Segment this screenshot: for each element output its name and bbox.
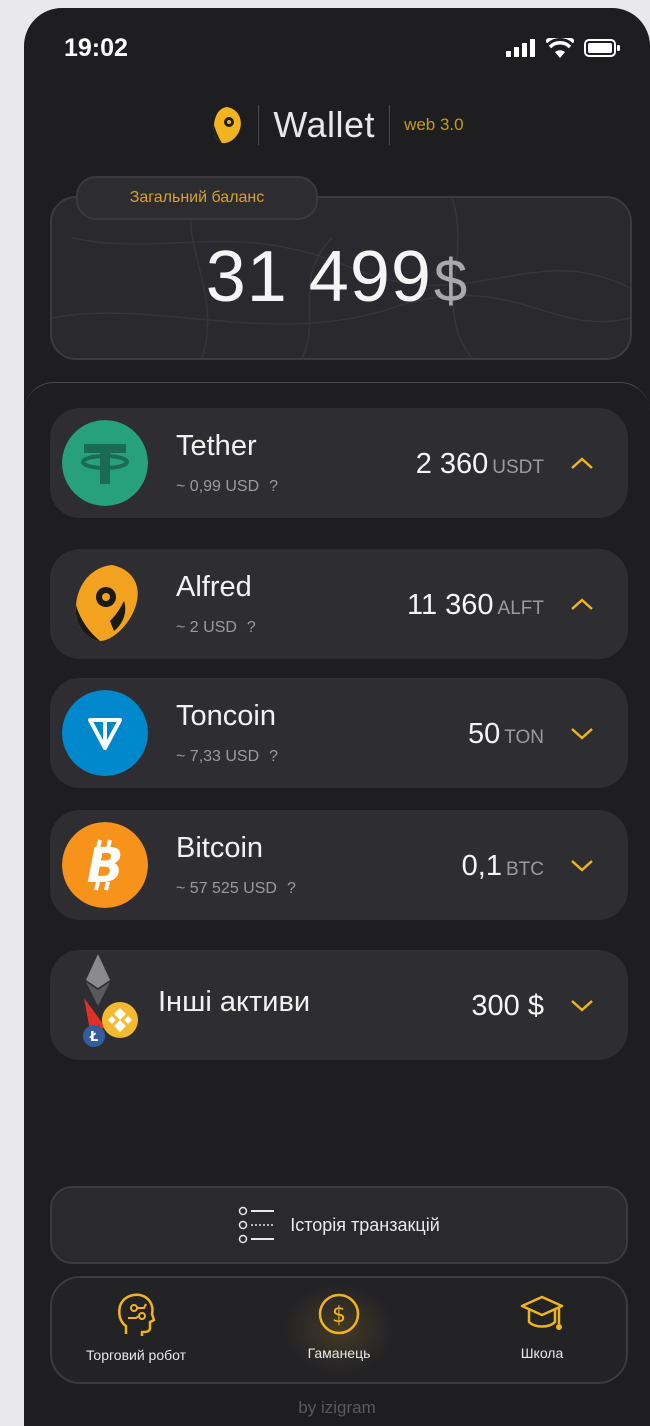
chevron-down-icon[interactable] <box>570 998 594 1012</box>
asset-card-bitcoin[interactable]: B Bitcoin ~ 57 525 USD? 0,1 BTC <box>50 810 628 920</box>
asset-rate: ~ 57 525 USD? <box>176 880 296 898</box>
balance-label: Загальний баланс <box>76 176 318 220</box>
other-assets-label: Інші активи <box>158 986 311 1018</box>
asset-rate-value: ~ 0,99 USD <box>176 478 260 495</box>
wifi-icon <box>546 38 574 58</box>
svg-text:Ł: Ł <box>89 1030 98 1045</box>
dollar-coin-icon: $ <box>318 1293 360 1335</box>
tether-icon <box>62 420 148 506</box>
svg-text:$: $ <box>332 1303 346 1328</box>
header-divider <box>389 105 391 145</box>
help-icon[interactable]: ? <box>287 880 296 897</box>
signal-icon <box>506 39 535 57</box>
app-title: Wallet <box>273 104 376 145</box>
asset-rate-value: ~ 7,33 USD <box>176 748 260 765</box>
asset-amount: 11 360 ALFT <box>407 589 544 622</box>
asset-name: Toncoin <box>176 700 276 732</box>
other-assets-card[interactable]: Ł Інші активи 300 $ <box>50 950 628 1060</box>
other-assets-amount: 300 $ <box>471 990 544 1022</box>
asset-card-toncoin[interactable]: Toncoin ~ 7,33 USD? 50 TON <box>50 678 628 788</box>
asset-rate: ~ 7,33 USD? <box>176 748 278 766</box>
asset-name: Bitcoin <box>176 832 264 864</box>
asset-amount-value: 0,1 <box>461 850 502 882</box>
asset-name: Tether <box>176 430 257 462</box>
transaction-history-button[interactable]: Історія транзакцій <box>50 1186 628 1264</box>
footer-credit: by izigram <box>298 1398 376 1417</box>
chevron-up-icon[interactable] <box>570 597 594 611</box>
asset-amount-value: 2 360 <box>415 448 489 480</box>
balance-currency: $ <box>433 247 469 314</box>
asset-rate-value: ~ 57 525 USD <box>176 880 277 897</box>
asset-amount-value: 50 <box>467 718 501 750</box>
help-icon[interactable]: ? <box>269 748 278 765</box>
graduation-cap-icon <box>520 1295 564 1330</box>
alfred-logo-icon <box>214 107 242 144</box>
toncoin-icon <box>62 690 148 776</box>
asset-rate: ~ 0,99 USD? <box>176 478 278 496</box>
app-screen: 19:02 Wallet web 3.0 Загальний баланс 31… <box>24 8 650 1426</box>
asset-unit: BTC <box>506 859 544 880</box>
chevron-down-icon[interactable] <box>570 858 594 872</box>
alfred-icon <box>75 565 138 641</box>
asset-rate-value: ~ 2 USD <box>176 619 237 636</box>
asset-amount: 0,1 BTC <box>462 850 544 883</box>
help-icon[interactable]: ? <box>247 619 256 636</box>
battery-icon <box>584 39 620 57</box>
version-label: web 3.0 <box>404 115 464 134</box>
asset-amount-value: 11 360 <box>407 589 494 621</box>
nav-label: Школа <box>520 1345 564 1361</box>
robot-head-icon <box>118 1293 156 1336</box>
balance-value: 31 499 <box>205 237 432 317</box>
asset-unit: USDT <box>492 457 544 478</box>
nav-item-school[interactable]: Школа <box>462 1292 622 1361</box>
status-icons <box>506 38 620 58</box>
nav-item-trading-robot[interactable]: Торговий робот <box>56 1292 216 1363</box>
asset-card-tether[interactable]: Tether ~ 0,99 USD? 2 360 USDT <box>50 408 628 518</box>
bitcoin-icon: B <box>62 822 148 908</box>
nav-item-wallet[interactable]: $ Гаманець <box>259 1292 419 1361</box>
asset-unit: ALFT <box>497 598 544 619</box>
asset-rate: ~ 2 USD? <box>176 619 256 637</box>
header-divider <box>258 105 260 145</box>
asset-card-alfred[interactable]: Alfred ~ 2 USD? 11 360 ALFT <box>50 549 628 659</box>
asset-name: Alfred <box>176 571 252 603</box>
transaction-history-label: Історія транзакцій <box>290 1214 440 1235</box>
other-assets-icon: Ł <box>83 954 138 1047</box>
chevron-up-icon[interactable] <box>570 456 594 470</box>
nav-label: Гаманець <box>307 1345 371 1361</box>
nav-label: Торговий робот <box>85 1347 187 1363</box>
balance-amount: 31 499$ <box>24 236 650 318</box>
asset-amount: 2 360 USDT <box>416 448 544 481</box>
bottom-nav: Торговий робот $ Гаманець Школа <box>50 1276 628 1384</box>
asset-unit: TON <box>504 727 544 748</box>
status-time: 19:02 <box>64 34 128 62</box>
asset-amount: 50 TON <box>468 718 544 751</box>
app-header: Wallet web 3.0 <box>24 100 650 150</box>
svg-text:B: B <box>87 838 124 894</box>
chevron-down-icon[interactable] <box>570 726 594 740</box>
help-icon[interactable]: ? <box>269 478 278 495</box>
list-icon <box>238 1206 275 1244</box>
